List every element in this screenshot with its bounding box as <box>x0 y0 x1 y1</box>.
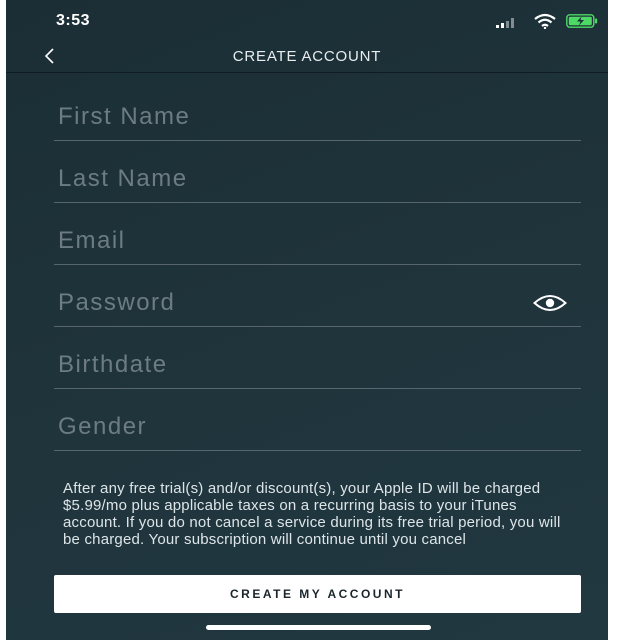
page-title: CREATE ACCOUNT <box>232 48 382 65</box>
status-time: 3:53 <box>56 12 91 29</box>
status-bar: 3:53 <box>6 0 608 42</box>
last-name-input[interactable] <box>56 160 520 198</box>
last-name-field-row <box>54 142 581 203</box>
eye-icon[interactable] <box>533 294 567 312</box>
gender-input[interactable] <box>56 408 520 446</box>
password-input[interactable] <box>56 284 520 322</box>
first-name-input[interactable] <box>56 98 520 136</box>
subscription-disclaimer: After any free trial(s) and/or discount(… <box>63 480 561 548</box>
create-account-form <box>54 80 581 452</box>
birthdate-field-row <box>54 328 581 389</box>
birthdate-input[interactable] <box>56 346 520 384</box>
email-input[interactable] <box>56 222 520 260</box>
gender-field-row <box>54 390 581 451</box>
first-name-field-row <box>54 80 581 141</box>
nav-bar: CREATE ACCOUNT <box>6 42 608 73</box>
signal-icon <box>496 18 514 28</box>
home-indicator <box>206 625 431 630</box>
battery-charging-icon <box>566 14 598 28</box>
phone-screen: 3:53 CREATE ACCOUNT First Name Last Name… <box>6 0 608 640</box>
wifi-icon <box>534 13 556 29</box>
email-field-row <box>54 204 581 265</box>
password-field-row <box>54 266 581 327</box>
create-my-account-button[interactable]: CREATE MY ACCOUNT <box>54 575 581 613</box>
